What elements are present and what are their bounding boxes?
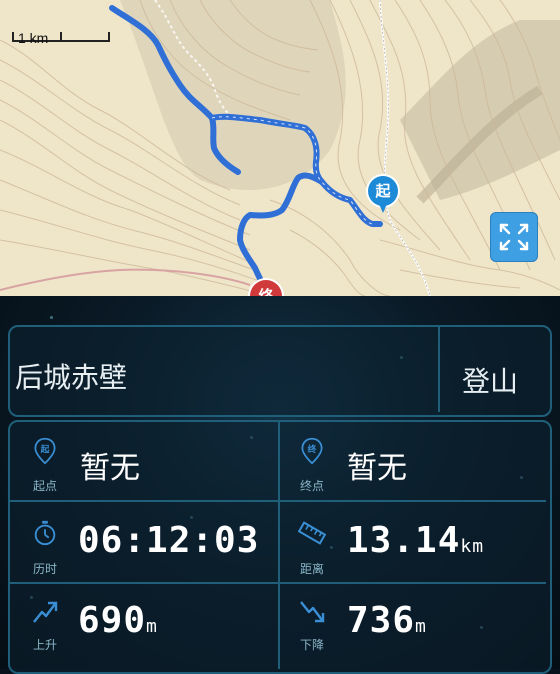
start-value: 暂无 bbox=[80, 451, 140, 486]
distance-value-wrap: 13.14km bbox=[347, 520, 484, 561]
expand-arrows-icon bbox=[499, 223, 529, 251]
stopwatch-icon bbox=[34, 520, 56, 546]
activity-type[interactable]: 登山 bbox=[462, 360, 518, 400]
start-label: 起点 bbox=[32, 479, 57, 493]
start-pin-icon: 起 bbox=[34, 437, 56, 465]
start-pin-glyph: 起 bbox=[40, 443, 50, 455]
ascent-value: 690 bbox=[78, 600, 147, 641]
descent-unit: m bbox=[415, 616, 427, 637]
route-name: 后城赤壁 bbox=[15, 361, 128, 394]
ruler-icon bbox=[298, 521, 326, 545]
end-pin-icon: 终 bbox=[301, 437, 323, 465]
fullscreen-button[interactable] bbox=[490, 212, 538, 262]
descent-value: 736 bbox=[347, 600, 416, 641]
map-scale-bar: 1 km bbox=[12, 30, 110, 46]
distance-label: 距离 bbox=[299, 562, 324, 576]
stats-divider-2 bbox=[10, 582, 546, 584]
duration-label: 历时 bbox=[32, 562, 57, 576]
stats-divider-vertical bbox=[278, 421, 280, 669]
ascent-label: 上升 bbox=[32, 638, 57, 652]
descent-label: 下降 bbox=[299, 638, 324, 652]
ascent-value-wrap: 690m bbox=[78, 600, 158, 641]
ascent-unit: m bbox=[146, 616, 158, 637]
trend-up-icon bbox=[33, 601, 58, 623]
distance-value: 13.14 bbox=[347, 520, 461, 561]
distance-unit: km bbox=[460, 536, 485, 557]
name-divider bbox=[438, 326, 440, 412]
end-label: 终点 bbox=[299, 479, 324, 493]
topographic-map[interactable]: 1 km 起 终 bbox=[0, 0, 560, 296]
end-pin-glyph: 终 bbox=[308, 443, 317, 455]
map-terrain bbox=[0, 0, 560, 296]
stats-divider-1 bbox=[10, 500, 546, 502]
end-value: 暂无 bbox=[347, 451, 407, 486]
trend-down-icon bbox=[300, 601, 325, 623]
scale-label: 1 km bbox=[18, 30, 49, 46]
start-marker[interactable]: 起 bbox=[368, 176, 398, 213]
duration-value: 06:12:03 bbox=[78, 520, 260, 561]
descent-value-wrap: 736m bbox=[347, 600, 427, 641]
